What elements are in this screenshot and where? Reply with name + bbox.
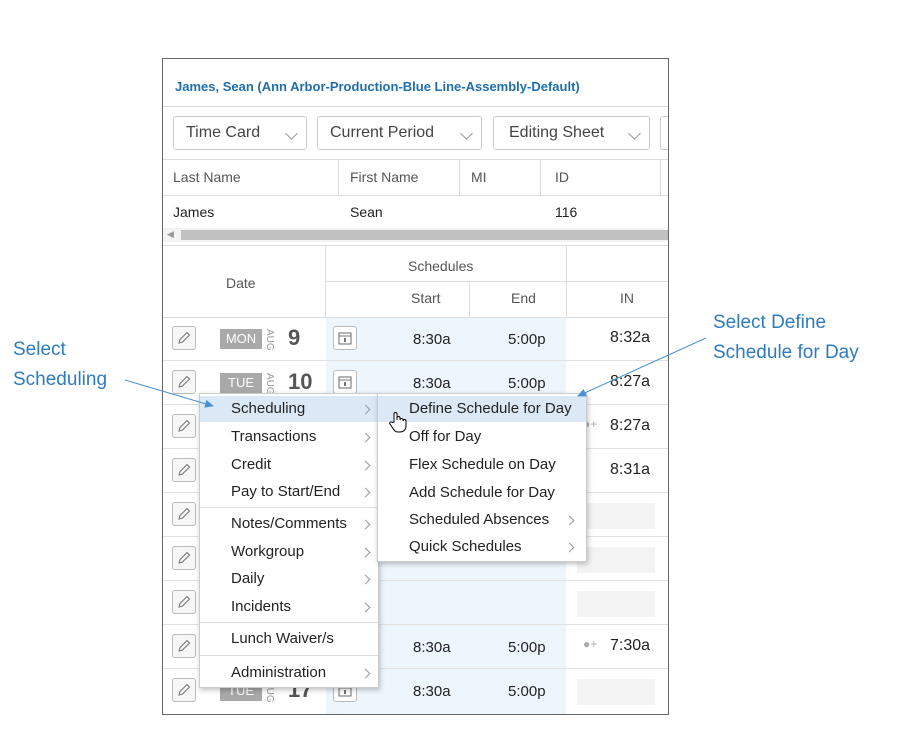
annotation-arrows — [124, 337, 707, 408]
arrow-to-scheduling — [124, 379, 214, 408]
arrow-to-define-schedule — [577, 337, 707, 397]
